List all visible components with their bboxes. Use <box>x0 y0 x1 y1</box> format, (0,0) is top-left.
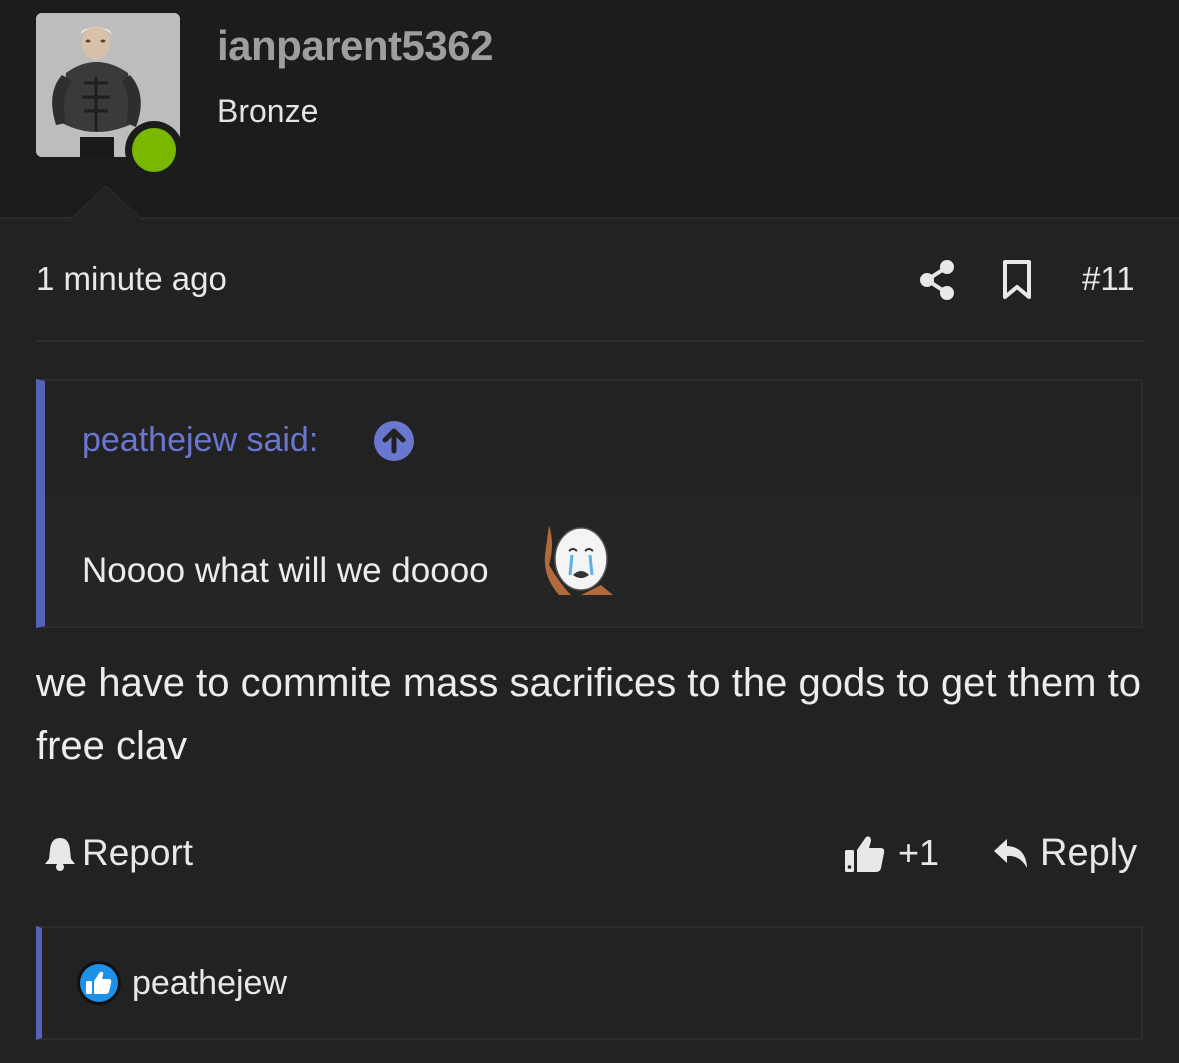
reply-label: Reply <box>1040 832 1138 874</box>
reactions-bar: peathejew <box>36 926 1143 1040</box>
like-button[interactable]: +1 <box>844 832 939 874</box>
username[interactable]: ianparent5362 <box>217 22 493 70</box>
post-actions: Report +1 Reply <box>36 826 1143 886</box>
bell-icon <box>45 838 75 871</box>
user-title: Bronze <box>217 93 319 129</box>
reaction-user-link[interactable]: peathejew <box>132 964 287 1003</box>
quote-header: peathejew said: <box>45 381 1141 496</box>
post-timestamp[interactable]: 1 minute ago <box>36 260 227 298</box>
share-icon[interactable] <box>918 259 956 301</box>
thumbs-up-icon <box>845 836 885 872</box>
reply-arrow-icon <box>994 838 1027 868</box>
post-meta-row: 1 minute ago #11 <box>36 255 1143 305</box>
quote-text: Noooo what will we doooo <box>82 551 489 590</box>
like-reaction-icon <box>76 960 122 1006</box>
report-label: Report <box>82 832 194 873</box>
post-user-header: ianparent5362 Bronze <box>0 0 1179 219</box>
quote-author-link[interactable]: peathejew said: <box>82 421 318 460</box>
quote-block: peathejew said: Noooo what will we doooo <box>36 379 1143 628</box>
reply-button[interactable]: Reply <box>992 832 1137 875</box>
post-number-link[interactable]: #11 <box>1082 260 1135 298</box>
online-status-indicator <box>125 121 183 179</box>
meta-divider <box>36 340 1143 342</box>
crying-wojak-emoji <box>541 525 615 595</box>
header-pointer <box>70 187 142 221</box>
arrow-up-circle-icon[interactable] <box>373 420 415 462</box>
report-button[interactable]: Report <box>44 832 193 874</box>
like-count: +1 <box>898 832 940 873</box>
post-body: we have to commite mass sacrifices to th… <box>36 661 1141 768</box>
bookmark-icon[interactable] <box>1000 259 1034 301</box>
